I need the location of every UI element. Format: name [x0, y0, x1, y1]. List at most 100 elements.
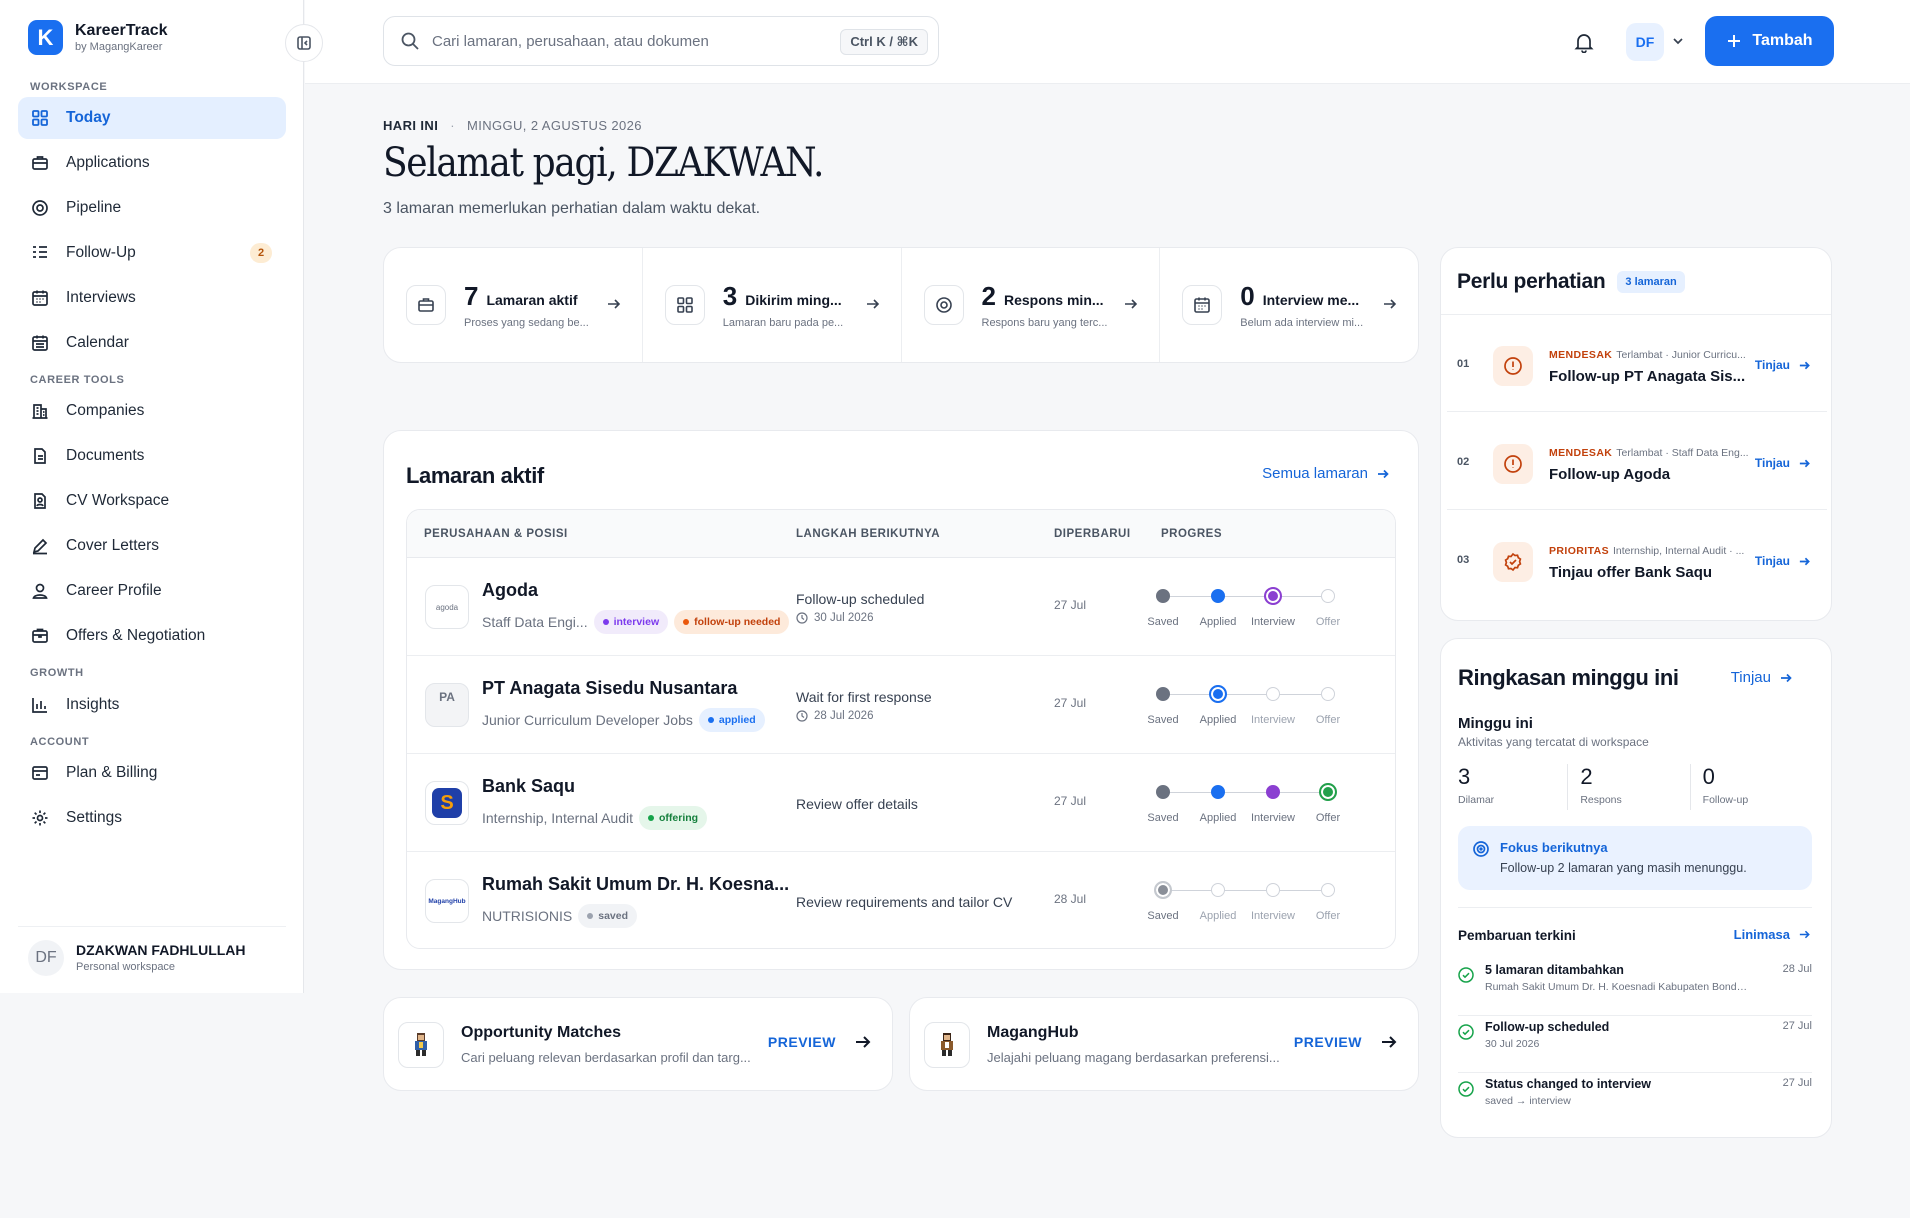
user-profile[interactable]: DF DZAKWAN FADHLULLAH Personal workspace	[18, 926, 286, 980]
sidebar-item-interviews[interactable]: Interviews	[18, 277, 286, 319]
mini-label: Dilamar	[1458, 794, 1495, 806]
sidebar-item-settings[interactable]: Settings	[18, 797, 286, 839]
all-applications-link[interactable]: Semua lamaran	[1262, 465, 1390, 482]
search-box[interactable]: Ctrl K / ⌘K	[383, 16, 939, 66]
mini-stat-followup: 0 Follow-up	[1691, 764, 1812, 810]
company-name[interactable]: Bank Saqu	[482, 776, 575, 797]
preview-button[interactable]: PREVIEW	[768, 1033, 872, 1051]
attention-item[interactable]: 01 MENDESAK Terlambat · Junior Curricu... F…	[1447, 314, 1827, 412]
update-item[interactable]: Status changed to interview saved → inter…	[1458, 1073, 1812, 1130]
table-row[interactable]: agoda Agoda Staff Data Engi... interview fol…	[407, 558, 1395, 656]
brand[interactable]: K KareerTrack by MagangKareer	[28, 20, 168, 55]
sidebar-item-cv-workspace[interactable]: CV Workspace	[18, 480, 286, 522]
progress-node-offer	[1321, 883, 1335, 897]
stat-responses[interactable]: 2 Respons min... Respons baru yang terc..…	[902, 248, 1161, 362]
feature-title: MagangHub	[987, 1024, 1079, 1041]
stat-interviews[interactable]: 0 Interview me... Belum ada interview mi.…	[1160, 248, 1418, 362]
status-badge: interview	[593, 610, 669, 634]
billing-icon	[30, 763, 50, 783]
progress-tracker: Saved Applied Interview Offer	[1147, 656, 1340, 754]
user-avatar-button[interactable]: DF	[1626, 23, 1664, 61]
maganghub-card[interactable]: MagangHub Jelajahi peluang magang berdas…	[909, 997, 1419, 1091]
add-button[interactable]: Tambah	[1705, 16, 1834, 66]
table-row[interactable]: MagangHub Rumah Sakit Umum Dr. H. Koesna.…	[407, 852, 1395, 948]
update-item[interactable]: 5 lamaran ditambahkan Rumah Sakit Umum Dr…	[1458, 959, 1812, 1016]
target-icon	[923, 285, 964, 325]
stat-number: 7	[464, 281, 479, 311]
table-row[interactable]: PA PT Anagata Sisedu Nusantara Junior Curr…	[407, 656, 1395, 754]
attention-item[interactable]: 02 MENDESAK Terlambat · Staff Data Eng... F…	[1447, 412, 1827, 510]
arrow-right-icon	[1378, 469, 1389, 478]
table-row[interactable]: S Bank Saqu Internship, Internal Audit offe…	[407, 754, 1395, 852]
opportunity-matches-card[interactable]: Opportunity Matches Cari peluang relevan…	[383, 997, 893, 1091]
progress-node-applied	[1209, 685, 1227, 703]
date-text: 30 Jul 2026	[814, 612, 874, 624]
table-header: PERUSAHAAN & POSISI LANGKAH BERIKUTNYA D…	[407, 510, 1395, 558]
progress-node-offer	[1321, 589, 1335, 603]
progress-node-interview	[1266, 883, 1280, 897]
grid-icon	[664, 285, 705, 325]
updated-date: 27 Jul	[1054, 598, 1087, 612]
item-meta: PRIORITAS Internship, Internal Audit · ..…	[1549, 545, 1749, 557]
sidebar-item-today[interactable]: Today	[18, 97, 286, 139]
company-name[interactable]: PT Anagata Sisedu Nusantara	[482, 678, 737, 699]
sidebar-item-companies[interactable]: Companies	[18, 390, 286, 432]
search-input[interactable]	[432, 32, 832, 50]
attention-item[interactable]: 03 PRIORITAS Internship, Internal Audit · …	[1447, 510, 1827, 608]
stat-number: 0	[1240, 281, 1255, 311]
grid-icon	[30, 108, 50, 128]
bar-chart-icon	[30, 695, 50, 715]
sidebar-item-plan-billing[interactable]: Plan & Billing	[18, 752, 286, 794]
clock-icon	[796, 710, 808, 722]
week-sub: Aktivitas yang tercatat di workspace	[1458, 735, 1649, 749]
sidebar-item-calendar[interactable]: Calendar	[18, 322, 286, 364]
sidebar-item-pipeline[interactable]: Pipeline	[18, 187, 286, 229]
sidebar-item-documents[interactable]: Documents	[18, 435, 286, 477]
collapse-sidebar-button[interactable]	[285, 24, 323, 62]
review-link[interactable]: Tinjau	[1755, 456, 1811, 470]
sidebar-item-cover-letters[interactable]: Cover Letters	[18, 525, 286, 567]
position-line: Staff Data Engi... interview follow-up nee…	[482, 610, 790, 634]
progress-label: Saved	[1147, 616, 1179, 628]
sidebar-item-offers[interactable]: Offers & Negotiation	[18, 615, 286, 657]
preview-label: PREVIEW	[1293, 1034, 1362, 1050]
sidebar-item-label: Insights	[66, 696, 120, 713]
focus-sub: Follow-up 2 lamaran yang masih menunggu.	[1500, 861, 1747, 875]
section-workspace: WORKSPACE	[30, 81, 108, 93]
summary-review-link[interactable]: Tinjau	[1731, 669, 1793, 686]
stat-sent[interactable]: 3 Dikirim ming... Lamaran baru pada pe...	[643, 248, 902, 362]
timeline-link[interactable]: Linimasa	[1734, 927, 1811, 942]
alert-icon	[1504, 455, 1522, 473]
progress-label: Saved	[1147, 910, 1179, 922]
progress-node-offer	[1321, 687, 1335, 701]
next-step: Wait for first response	[796, 689, 932, 705]
user-icon	[30, 581, 50, 601]
sidebar-item-label: Applications	[66, 154, 150, 171]
progress-node-interview	[1266, 785, 1280, 799]
notification-button[interactable]	[1570, 28, 1598, 56]
sidebar-item-career-profile[interactable]: Career Profile	[18, 570, 286, 612]
progress-label: Offer	[1315, 910, 1341, 922]
preview-button[interactable]: PREVIEW	[1294, 1033, 1398, 1051]
sidebar-item-applications[interactable]: Applications	[18, 142, 286, 184]
mini-label: Respons	[1580, 794, 1622, 806]
review-link[interactable]: Tinjau	[1755, 554, 1811, 568]
sidebar-item-follow-up[interactable]: Follow-Up 2	[18, 232, 286, 274]
chevron-down-icon[interactable]	[1671, 34, 1685, 48]
stat-number: 3	[722, 281, 738, 311]
attention-icon-box	[1493, 444, 1533, 484]
progress-label: Applied	[1199, 812, 1237, 824]
company-name[interactable]: Agoda	[482, 580, 538, 601]
company-name[interactable]: Rumah Sakit Umum Dr. H. Koesna...	[482, 874, 789, 895]
update-item[interactable]: Follow-up scheduled 30 Jul 2026 27 Jul	[1458, 1016, 1812, 1073]
review-link[interactable]: Tinjau	[1755, 358, 1811, 372]
stat-sub: Respons baru yang terc...	[981, 317, 1108, 329]
item-number: 02	[1457, 456, 1470, 468]
stat-active[interactable]: 7 Lamaran aktif Proses yang sedang be...	[384, 248, 643, 362]
update-sub: 30 Jul 2026	[1485, 1038, 1540, 1050]
stat-label: Interview me...	[1262, 292, 1360, 308]
user-name: DZAKWAN FADHLULLAH	[76, 942, 246, 958]
sidebar-item-insights[interactable]: Insights	[18, 684, 286, 726]
logo-text: PA	[439, 690, 455, 704]
add-button-label: Tambah	[1752, 32, 1813, 49]
